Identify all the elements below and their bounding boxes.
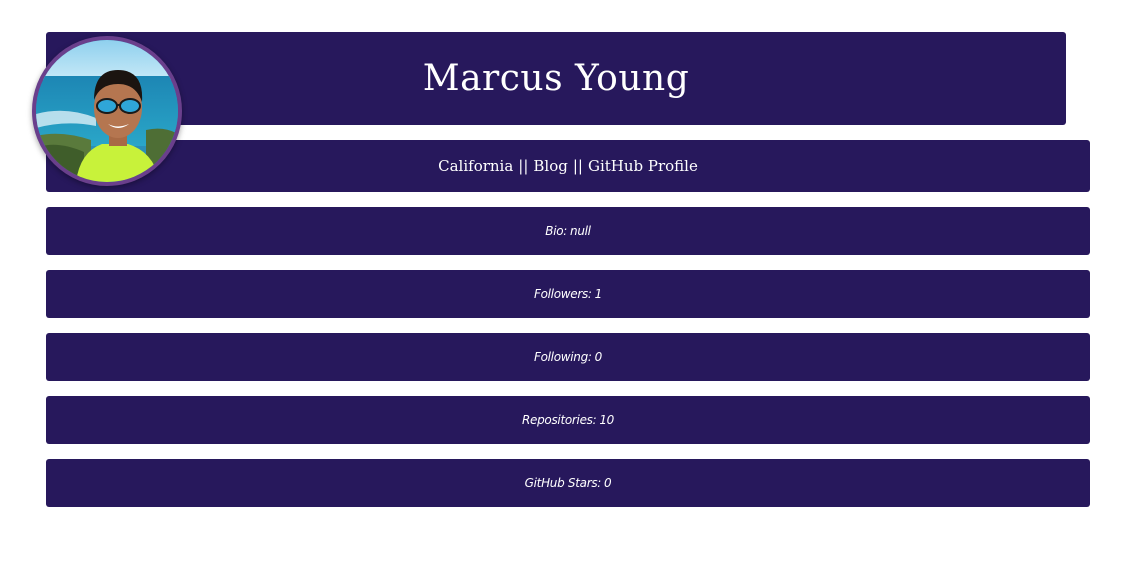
profile-name: Marcus Young <box>422 58 690 99</box>
blog-link[interactable]: Blog <box>533 157 567 175</box>
followers-row: Followers: 1 <box>46 270 1090 318</box>
followers-label: Followers: <box>533 287 592 301</box>
following-value: 0 <box>594 350 603 364</box>
github-stars-row: GitHub Stars: 0 <box>46 459 1090 507</box>
following-label: Following: <box>533 350 592 364</box>
profile-page: Marcus Young California || Blog || GitHu… <box>0 0 1126 587</box>
profile-links-bar: California || Blog || GitHub Profile <box>46 140 1090 192</box>
bio-label: Bio: <box>545 224 568 238</box>
separator: || <box>518 157 529 175</box>
separator: || <box>572 157 583 175</box>
github-stars-label: GitHub Stars: <box>524 476 602 490</box>
repositories-value: 10 <box>599 413 615 427</box>
avatar <box>32 36 182 186</box>
repositories-row: Repositories: 10 <box>46 396 1090 444</box>
github-stars-value: 0 <box>604 476 612 490</box>
bio-value: null <box>570 224 591 238</box>
repositories-label: Repositories: <box>521 413 597 427</box>
github-profile-link[interactable]: GitHub Profile <box>588 157 698 175</box>
location-text: California <box>438 157 514 175</box>
following-row: Following: 0 <box>46 333 1090 381</box>
name-header: Marcus Young <box>46 32 1066 125</box>
followers-value: 1 <box>594 287 603 301</box>
avatar-photo <box>36 40 178 182</box>
bio-row: Bio: null <box>46 207 1090 255</box>
